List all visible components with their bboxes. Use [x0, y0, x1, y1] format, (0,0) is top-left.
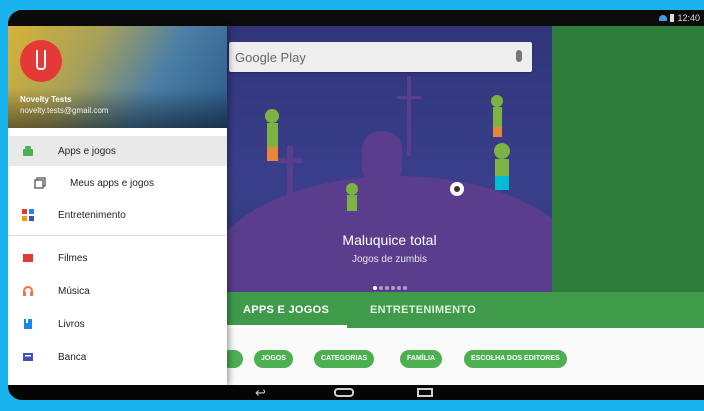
microphone-icon[interactable] — [516, 50, 522, 62]
carousel-dot — [396, 286, 401, 290]
drawer-item-livros[interactable]: Livros — [8, 309, 227, 339]
carousel-dot — [402, 286, 407, 290]
hero-subtitle: Jogos de zumbis — [351, 254, 428, 265]
search-placeholder: Google Play — [235, 50, 306, 65]
tablet-frame: 12:40 Maluquice total Jogos de zumbis Go… — [0, 0, 704, 411]
carousel-indicator — [227, 277, 552, 292]
system-nav-bar: ↩ — [8, 385, 704, 400]
status-bar: 12:40 — [8, 10, 704, 26]
account-email: novelty.tests@gmail.com — [20, 106, 109, 115]
screen: 12:40 Maluquice total Jogos de zumbis Go… — [8, 10, 704, 400]
battery-icon — [670, 14, 675, 22]
navigation-drawer: Novelty Tests novelty.tests@gmail.com Ap… — [8, 26, 227, 385]
play-store-app: Maluquice total Jogos de zumbis Google P… — [8, 26, 704, 385]
my-apps-icon — [34, 177, 46, 189]
account-name: Novelty Tests — [20, 95, 72, 104]
status-time: 12:40 — [677, 13, 700, 23]
drawer-item-label: Banca — [58, 352, 87, 363]
drawer-header[interactable]: Novelty Tests novelty.tests@gmail.com — [8, 26, 227, 128]
drawer-item-apps-e-jogos[interactable]: Apps e jogos — [8, 136, 227, 166]
zombie-illustration — [265, 76, 510, 211]
category-tabs: APPS E JOGOS ENTRETENIMENTO — [227, 292, 704, 328]
tab-apps-e-jogos[interactable]: APPS E JOGOS — [243, 304, 329, 316]
drawer-item-banca[interactable]: Banca — [8, 342, 227, 372]
search-bar[interactable]: Google Play — [229, 42, 532, 72]
drawer-item-meus-apps[interactable]: Meus apps e jogos — [8, 168, 227, 198]
carousel-dot — [384, 286, 389, 290]
books-icon — [24, 319, 32, 329]
chip-categorias[interactable]: CATEGORIAS — [314, 350, 375, 368]
carousel-dot — [390, 286, 395, 290]
flask-icon — [36, 50, 46, 70]
headphones-icon — [23, 286, 33, 296]
chip-familia[interactable]: FAMÍLIA — [400, 350, 442, 368]
drawer-item-label: Filmes — [58, 253, 88, 264]
drawer-item-label: Meus apps e jogos — [70, 178, 154, 189]
android-icon — [23, 146, 33, 156]
carousel-dot — [378, 286, 383, 290]
drawer-item-label: Entretenimento — [58, 210, 126, 221]
drawer-item-label: Livros — [58, 319, 85, 330]
chip-jogos[interactable]: JOGOS — [254, 350, 293, 368]
tab-entretenimento[interactable]: ENTRETENIMENTO — [370, 304, 476, 316]
drawer-item-entretenimento[interactable]: Entretenimento — [8, 200, 227, 230]
drawer-item-filmes[interactable]: Filmes — [8, 243, 227, 273]
wifi-icon — [659, 15, 668, 21]
entertainment-icon — [22, 209, 34, 221]
hero-title: Maluquice total — [342, 232, 437, 248]
drawer-divider — [8, 235, 227, 236]
drawer-item-musica[interactable]: Música — [8, 276, 227, 306]
carousel-dot — [372, 286, 377, 290]
featured-panel-right[interactable] — [552, 26, 704, 292]
movies-icon — [23, 254, 33, 262]
newsstand-icon — [23, 353, 33, 361]
chips-row: JOGOS CATEGORIAS FAMÍLIA ESCOLHA DOS EDI… — [221, 328, 704, 385]
chip-escolha-dos-editores[interactable]: ESCOLHA DOS EDITORES — [464, 350, 567, 368]
recents-icon[interactable] — [417, 388, 433, 397]
drawer-item-label: Música — [58, 286, 90, 297]
avatar[interactable] — [20, 40, 62, 82]
drawer-item-label: Apps e jogos — [58, 146, 116, 157]
back-icon[interactable]: ↩ — [255, 386, 266, 399]
home-icon[interactable] — [334, 388, 354, 397]
